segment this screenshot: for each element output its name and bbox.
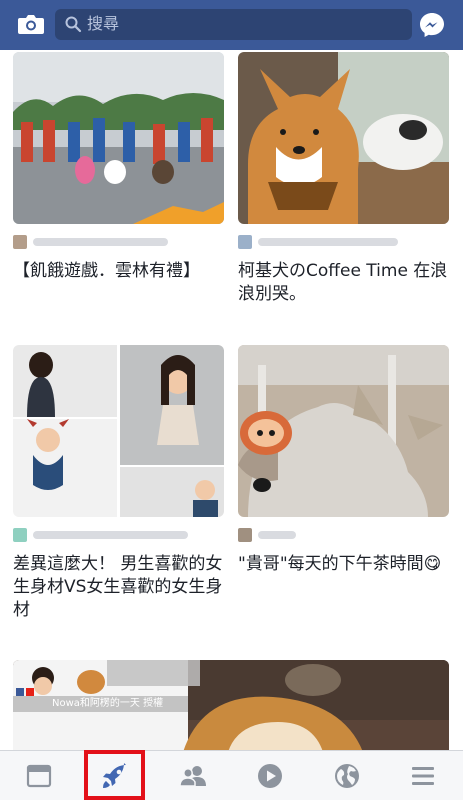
story-thumbnail[interactable] [238, 345, 449, 517]
source-avatar [13, 235, 27, 249]
source-name-blurred [258, 531, 296, 539]
story-title[interactable]: "貴哥"每天的下午茶時間😋 [238, 553, 453, 576]
story-source [13, 235, 213, 249]
globe-icon [335, 764, 359, 788]
story-source [13, 528, 213, 542]
selection-highlight [84, 750, 145, 800]
play-icon [258, 764, 282, 788]
story-source [238, 235, 438, 249]
source-name-blurred [33, 531, 188, 539]
source-avatar [13, 528, 27, 542]
source-name-blurred [33, 238, 168, 246]
source-avatar [238, 528, 252, 542]
story-title[interactable]: 柯基犬のCoffee Time 在浪浪別哭。 [238, 260, 453, 306]
news-feed-tab[interactable] [9, 751, 69, 800]
bottom-navigation [0, 750, 463, 800]
source-avatar [238, 235, 252, 249]
story-thumbnail[interactable] [238, 52, 449, 224]
search-placeholder: 搜尋 [87, 14, 120, 33]
story-thumbnail[interactable] [13, 345, 224, 517]
search-icon [65, 16, 82, 33]
notifications-tab[interactable] [317, 751, 377, 800]
story-source [238, 528, 438, 542]
video-tab[interactable] [240, 751, 300, 800]
news-feed-icon [26, 764, 52, 788]
menu-tab[interactable] [393, 751, 453, 800]
top-bar: 搜尋 [0, 0, 463, 50]
story-title[interactable]: 【飢餓遊戲．雲林有禮】 [13, 260, 228, 283]
camera-icon[interactable] [17, 12, 45, 36]
messenger-icon[interactable] [418, 11, 446, 39]
source-name-blurred [258, 238, 398, 246]
friends-icon [179, 766, 206, 787]
story-title[interactable]: 差異這麼大！ 男生喜歡的女生身材VS女生喜歡的女生身材 [13, 553, 228, 622]
search-input[interactable]: 搜尋 [55, 9, 412, 40]
friends-tab[interactable] [163, 751, 223, 800]
hamburger-menu-icon [412, 767, 434, 785]
video-caption: Nowa和阿楞的一天 授權 [52, 698, 164, 709]
story-thumbnail[interactable] [13, 52, 224, 224]
